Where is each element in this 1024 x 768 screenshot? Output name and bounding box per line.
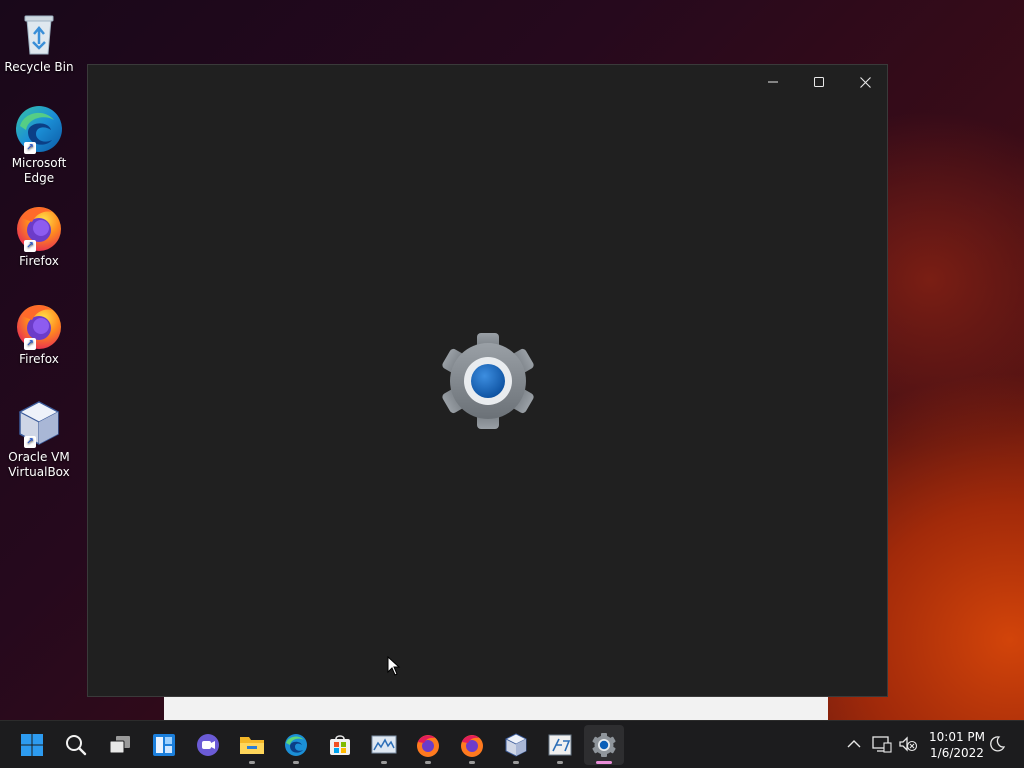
file-explorer-icon [240,737,264,754]
close-icon [859,76,871,88]
task-view-icon [109,736,130,754]
desktop-icon-label: Microsoft Edge [11,156,67,185]
start-icon [21,734,43,756]
desktop-icon-label: Recycle Bin [4,60,74,74]
start-button[interactable] [12,725,52,765]
desktop-icon-firefox-1[interactable]: ↗ Firefox [2,202,76,269]
firefox-icon: ↗ [14,202,64,252]
network-icon [872,736,892,753]
taskbar-clock[interactable]: 10:01 PM 1/6/2022 [924,729,990,761]
desktop-icon-recycle-bin[interactable]: Recycle Bin [2,8,76,75]
firefox-button-1[interactable] [408,725,448,765]
settings-window[interactable] [87,64,888,697]
running-indicator [293,761,299,764]
firefox-icon [461,735,483,757]
active-indicator [596,761,612,764]
firefox-button-2[interactable] [452,725,492,765]
clock-time: 10:01 PM [929,730,985,744]
clock-date: 1/6/2022 [930,746,984,760]
edge-icon [285,734,307,756]
file-explorer-button[interactable] [232,725,272,765]
calculator-icon [548,734,572,756]
firefox-icon: ↗ [14,300,64,350]
settings-button[interactable] [584,725,624,765]
widgets-icon [153,734,175,756]
running-indicator [249,761,255,764]
edge-icon: ↗ [14,104,64,154]
moon-icon [990,736,1006,752]
desktop-icon-label: Firefox [19,254,59,268]
settings-gear-icon [440,333,536,429]
mouse-cursor-icon [387,655,401,676]
recycle-bin-icon [14,8,64,58]
running-indicator [381,761,387,764]
volume-button[interactable] [897,733,919,755]
shortcut-arrow-icon: ↗ [24,240,36,252]
chat-button[interactable] [188,725,228,765]
virtualbox-icon: ↗ [14,398,64,448]
chevron-up-icon [847,740,861,748]
background-window[interactable] [164,696,828,720]
shortcut-arrow-icon: ↗ [24,436,36,448]
running-indicator [513,761,519,764]
running-indicator [557,761,563,764]
firefox-icon [417,735,439,757]
virtualbox-button[interactable] [496,725,536,765]
minimize-icon [768,81,778,83]
desktop-icon-label: Oracle VM VirtualBox [8,450,70,479]
store-icon [330,735,350,755]
edge-button[interactable] [276,725,316,765]
running-indicator [469,761,475,764]
shortcut-arrow-icon: ↗ [24,338,36,350]
task-view-button[interactable] [100,725,140,765]
chat-icon [197,734,219,756]
performance-monitor-icon [371,735,397,754]
desktop-icon-microsoft-edge[interactable]: ↗ Microsoft Edge [2,104,76,186]
focus-assist-button[interactable] [986,733,1008,755]
volume-muted-icon [899,736,918,752]
show-hidden-icons-button[interactable] [843,733,865,755]
running-indicator [425,761,431,764]
calculator-button[interactable] [540,725,580,765]
maximize-button[interactable] [796,65,842,99]
desktop-icon-oracle-vm-virtualbox[interactable]: ↗ Oracle VM VirtualBox [2,398,76,480]
store-button[interactable] [320,725,360,765]
widgets-button[interactable] [144,725,184,765]
maximize-icon [814,77,824,87]
network-button[interactable] [871,733,893,755]
virtualbox-icon [505,733,527,757]
performance-monitor-button[interactable] [364,725,404,765]
search-icon [66,735,87,756]
minimize-button[interactable] [750,65,796,99]
settings-icon [592,733,616,757]
desktop-icon-firefox-2[interactable]: ↗ Firefox [2,300,76,367]
shortcut-arrow-icon: ↗ [24,142,36,154]
taskbar: 10:01 PM 1/6/2022 [0,720,1024,768]
search-button[interactable] [56,725,96,765]
close-button[interactable] [842,65,888,99]
desktop-icon-label: Firefox [19,352,59,366]
